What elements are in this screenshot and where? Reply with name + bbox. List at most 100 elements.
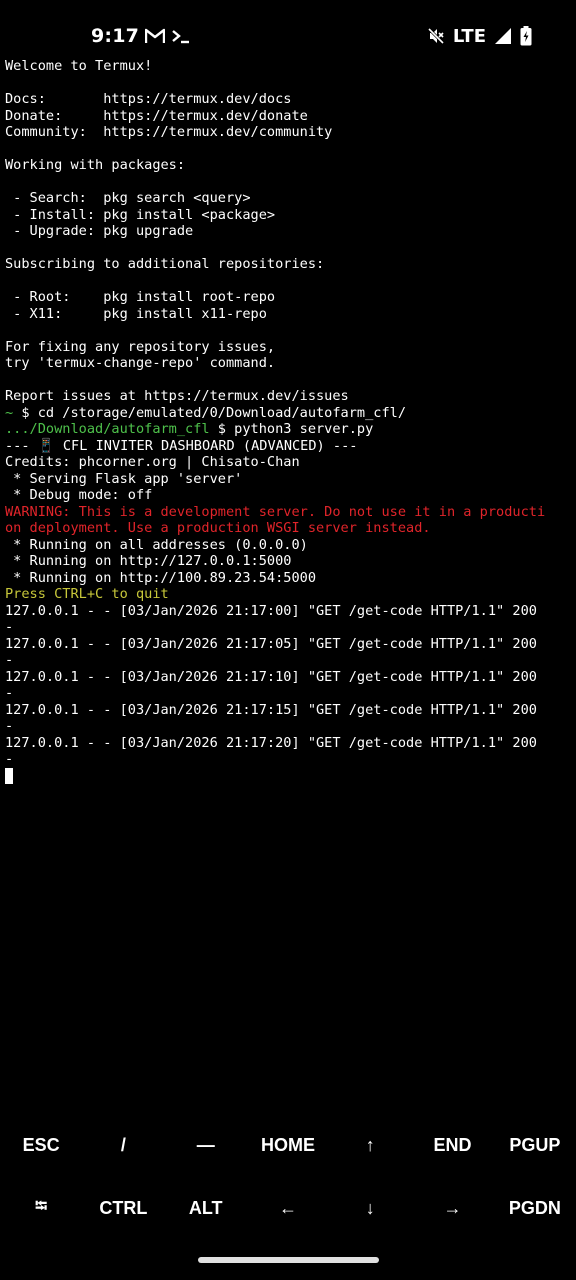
terminal-text: * Running on http://100.89.23.54:5000 [5, 569, 316, 586]
terminal-line: Docs: https://termux.dev/docs [5, 91, 571, 108]
terminal-line: on deployment. Use a production WSGI ser… [5, 520, 571, 537]
arrow-left-key[interactable]: ← [247, 1177, 329, 1240]
terminal-text: - X11: pkg install x11-repo [5, 305, 267, 322]
terminal-text: .../Download/autofarm_cfl [5, 421, 210, 437]
status-left: 9:17 [91, 20, 191, 52]
end-key[interactable]: END [411, 1114, 493, 1177]
terminal-text: 127.0.0.1 - - [03/Jan/2026 21:17:05] "GE… [5, 635, 537, 652]
terminal-text: WARNING: This is a development server. D… [5, 503, 546, 520]
terminal-text: 127.0.0.1 - - [03/Jan/2026 21:17:10] "GE… [5, 668, 537, 685]
terminal-output[interactable]: Welcome to Termux! Docs: https://termux.d… [5, 58, 571, 1108]
terminal-line: Welcome to Termux! [5, 58, 571, 75]
terminal-text: * Debug mode: off [5, 487, 153, 503]
terminal-cursor [5, 767, 13, 784]
terminal-text: - [5, 718, 14, 734]
terminal-text: For fixing any repository issues, [5, 338, 276, 355]
terminal-line: Working with packages: [5, 157, 571, 174]
home-key[interactable]: HOME [247, 1114, 329, 1177]
signal-icon [494, 27, 512, 45]
terminal-text: on deployment. Use a production WSGI ser… [5, 520, 431, 536]
terminal-line: * Running on http://127.0.0.1:5000 [5, 553, 571, 570]
terminal-line: - [5, 619, 571, 636]
ctrl-key[interactable]: CTRL [82, 1177, 164, 1240]
arrow-up-key[interactable]: ↑ [329, 1114, 411, 1177]
terminal-text: Credits: phcorner.org | Chisato-Chan [5, 454, 300, 470]
slash-key[interactable]: / [82, 1114, 164, 1177]
terminal-text: - [5, 685, 14, 701]
terminal-text: 127.0.0.1 - - [03/Jan/2026 21:17:20] "GE… [5, 734, 537, 751]
terminal-line: ~ $ cd /storage/emulated/0/Download/auto… [5, 405, 571, 422]
terminal-text: Report issues at https://termux.dev/issu… [5, 388, 349, 404]
terminal-line: Credits: phcorner.org | Chisato-Chan [5, 454, 571, 471]
terminal-text: - Install: pkg install <package> [5, 206, 276, 223]
terminal-line: 127.0.0.1 - - [03/Jan/2026 21:17:05] "GE… [5, 636, 571, 653]
terminal-line: - Search: pkg search <query> [5, 190, 571, 207]
terminal-line: - [5, 685, 571, 702]
status-bar: 9:17 LTE [0, 0, 576, 56]
home-gesture-handle[interactable] [198, 1257, 379, 1263]
terminal-line: Community: https://termux.dev/community [5, 124, 571, 141]
terminal-prompt-line[interactable] [5, 767, 571, 785]
terminal-line: - [5, 751, 571, 768]
terminal-line: 127.0.0.1 - - [03/Jan/2026 21:17:10] "GE… [5, 669, 571, 686]
navigation-bar [0, 1240, 576, 1280]
terminal-line: - [5, 718, 571, 735]
terminal-line: 127.0.0.1 - - [03/Jan/2026 21:17:15] "GE… [5, 702, 571, 719]
alt-key[interactable]: ALT [165, 1177, 247, 1240]
mute-icon [427, 27, 445, 45]
status-right: LTE [427, 20, 532, 52]
extra-keys-bar: ESC / — HOME ↑ END PGUP ⭾ CTRL ALT ← ↓ →… [0, 1114, 576, 1240]
network-type: LTE [452, 25, 486, 47]
terminal-text: Working with packages: [5, 157, 186, 173]
terminal-text: - [5, 619, 14, 635]
terminal-line: Subscribing to additional repositories: [5, 256, 571, 273]
terminal-text: - [5, 652, 14, 668]
terminal-line: - X11: pkg install x11-repo [5, 306, 571, 323]
terminal-text: Welcome to Termux! [5, 58, 153, 74]
terminal-line: - Install: pkg install <package> [5, 207, 571, 224]
terminal-text: * Running on all addresses (0.0.0.0) [5, 536, 308, 553]
terminal-text: Community: https://termux.dev/community [5, 124, 333, 140]
terminal-text: ~ [5, 404, 14, 421]
terminal-text: Press CTRL+C to quit [5, 586, 169, 602]
terminal-line: * Debug mode: off [5, 487, 571, 504]
terminal-line: - Upgrade: pkg upgrade [5, 223, 571, 240]
extra-keys-row-2: ⭾ CTRL ALT ← ↓ → PGDN [0, 1177, 576, 1240]
terminal-line: 127.0.0.1 - - [03/Jan/2026 21:17:20] "GE… [5, 735, 571, 752]
terminal-text: Subscribing to additional repositories: [5, 256, 325, 272]
terminal-text: - Upgrade: pkg upgrade [5, 223, 194, 239]
terminal-line: --- 📱 CFL INVITER DASHBOARD (ADVANCED) -… [5, 438, 571, 455]
terminal-text: --- 📱 CFL INVITER DASHBOARD (ADVANCED) -… [5, 437, 358, 454]
terminal-text: $ python3 server.py [209, 421, 374, 437]
terminal-text: 127.0.0.1 - - [03/Jan/2026 21:17:15] "GE… [5, 701, 537, 718]
battery-charging-icon [520, 26, 532, 46]
terminal-text: - [5, 751, 14, 767]
terminal-line: - Root: pkg install root-repo [5, 289, 571, 306]
arrow-right-key[interactable]: → [411, 1177, 493, 1240]
tab-key[interactable]: ⭾ [0, 1177, 82, 1240]
terminal-line: Donate: https://termux.dev/donate [5, 108, 571, 125]
esc-key[interactable]: ESC [0, 1114, 82, 1177]
terminal-line: .../Download/autofarm_cfl $ python3 serv… [5, 421, 571, 438]
terminal-line: try 'termux-change-repo' command. [5, 355, 571, 372]
terminal-line: 127.0.0.1 - - [03/Jan/2026 21:17:00] "GE… [5, 603, 571, 620]
terminal-line: - [5, 652, 571, 669]
terminal-line: * Running on all addresses (0.0.0.0) [5, 537, 571, 554]
terminal-line: * Serving Flask app 'server' [5, 471, 571, 488]
pgup-key[interactable]: PGUP [494, 1114, 576, 1177]
arrow-down-key[interactable]: ↓ [329, 1177, 411, 1240]
terminal-text: - Search: pkg search <query> [5, 190, 251, 206]
terminal-text: 127.0.0.1 - - [03/Jan/2026 21:17:00] "GE… [5, 602, 537, 619]
pgdn-key[interactable]: PGDN [494, 1177, 576, 1240]
status-time: 9:17 [91, 25, 140, 47]
dash-key[interactable]: — [165, 1114, 247, 1177]
terminal-text: * Serving Flask app 'server' [5, 470, 243, 487]
terminal-line: Report issues at https://termux.dev/issu… [5, 388, 571, 405]
terminal-text: $ cd /storage/emulated/0/Download/autofa… [13, 404, 407, 421]
